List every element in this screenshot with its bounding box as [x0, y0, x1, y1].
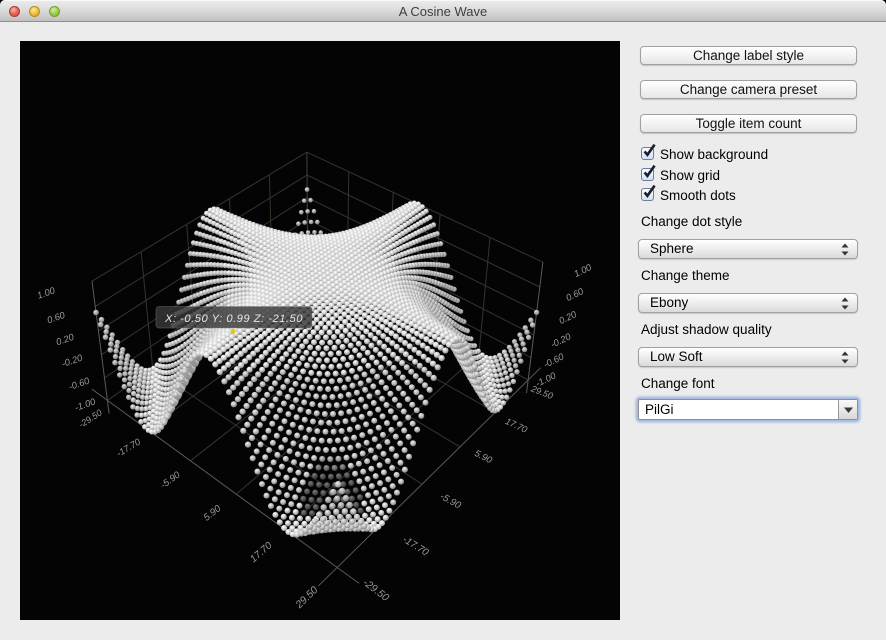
svg-text:17.70: 17.70	[248, 540, 274, 565]
svg-text:0.60: 0.60	[46, 310, 67, 326]
svg-text:-0.60: -0.60	[542, 351, 566, 370]
svg-text:5.90: 5.90	[202, 503, 224, 524]
svg-text:-5.90: -5.90	[438, 491, 463, 512]
svg-text:-17.70: -17.70	[400, 534, 430, 559]
svg-text:-0.60: -0.60	[67, 375, 91, 392]
svg-text:1.00: 1.00	[36, 285, 57, 301]
svg-text:-29.50: -29.50	[360, 577, 390, 604]
svg-text:-0.20: -0.20	[549, 331, 573, 350]
svg-text:0.60: 0.60	[564, 286, 585, 303]
svg-text:0.20: 0.20	[557, 309, 578, 326]
svg-text:-17.70: -17.70	[115, 436, 143, 458]
svg-text:29.50: 29.50	[293, 585, 320, 612]
svg-text:-0.20: -0.20	[60, 352, 84, 369]
svg-text:-5.90: -5.90	[158, 468, 182, 490]
svg-text:X: -0.50 Y: 0.99 Z: -21.50: X: -0.50 Y: 0.99 Z: -21.50	[164, 313, 303, 325]
svg-text:1.00: 1.00	[572, 262, 593, 279]
svg-text:0.20: 0.20	[55, 332, 76, 348]
svg-text:17.70: 17.70	[504, 416, 530, 435]
svg-text:5.90: 5.90	[473, 447, 495, 465]
svg-text:-1.00: -1.00	[534, 370, 558, 389]
